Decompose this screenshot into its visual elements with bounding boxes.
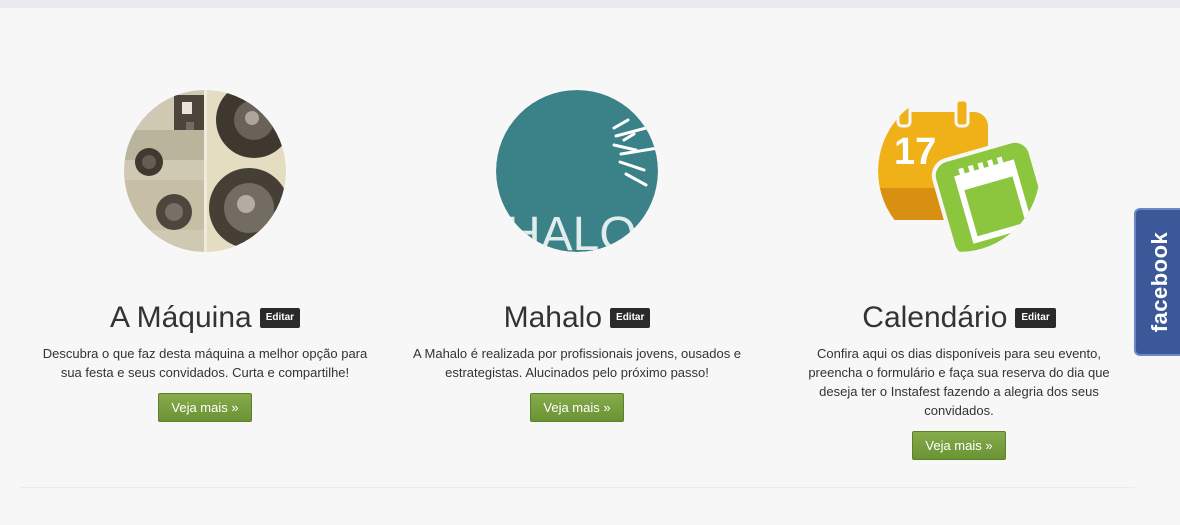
title-row: A Máquina Editar	[20, 300, 390, 336]
feature-calendario: 17 Calendário Editar Confira aqui os dia…	[774, 90, 1144, 460]
mahalo-logo-text: HALO	[506, 208, 637, 252]
calendar-icon[interactable]: 17	[878, 90, 1040, 252]
feature-mahalo: HALO Mahalo Editar A Mahalo é realizada …	[392, 90, 762, 422]
feature-title: Calendário	[862, 301, 1008, 334]
edit-button[interactable]: Editar	[610, 308, 651, 328]
calendar-day-number: 17	[894, 131, 936, 173]
section-divider	[20, 487, 1135, 488]
mahalo-logo-icon[interactable]: HALO	[496, 90, 658, 252]
title-row: Calendário Editar	[774, 300, 1144, 336]
title-row: Mahalo Editar	[392, 300, 762, 336]
feature-title: Mahalo	[503, 301, 603, 334]
top-bar	[0, 0, 1180, 8]
veja-mais-button[interactable]: Veja mais »	[530, 393, 624, 422]
feature-description: A Mahalo é realizada por profissionais j…	[412, 346, 742, 380]
facebook-tab[interactable]: facebook	[1134, 208, 1180, 356]
veja-mais-button[interactable]: Veja mais »	[158, 393, 252, 422]
edit-button[interactable]: Editar	[1015, 308, 1056, 328]
camera-photo-icon[interactable]	[124, 90, 286, 252]
feature-title: A Máquina	[109, 301, 252, 334]
edit-button[interactable]: Editar	[259, 308, 301, 328]
feature-description: Confira aqui os dias disponíveis para se…	[808, 346, 1110, 418]
veja-mais-button[interactable]: Veja mais »	[912, 431, 1006, 460]
feature-description: Descubra o que faz desta máquina a melho…	[42, 346, 368, 380]
facebook-label: facebook	[1147, 231, 1172, 333]
feature-maquina: A Máquina Editar Descubra o que faz dest…	[20, 90, 390, 422]
